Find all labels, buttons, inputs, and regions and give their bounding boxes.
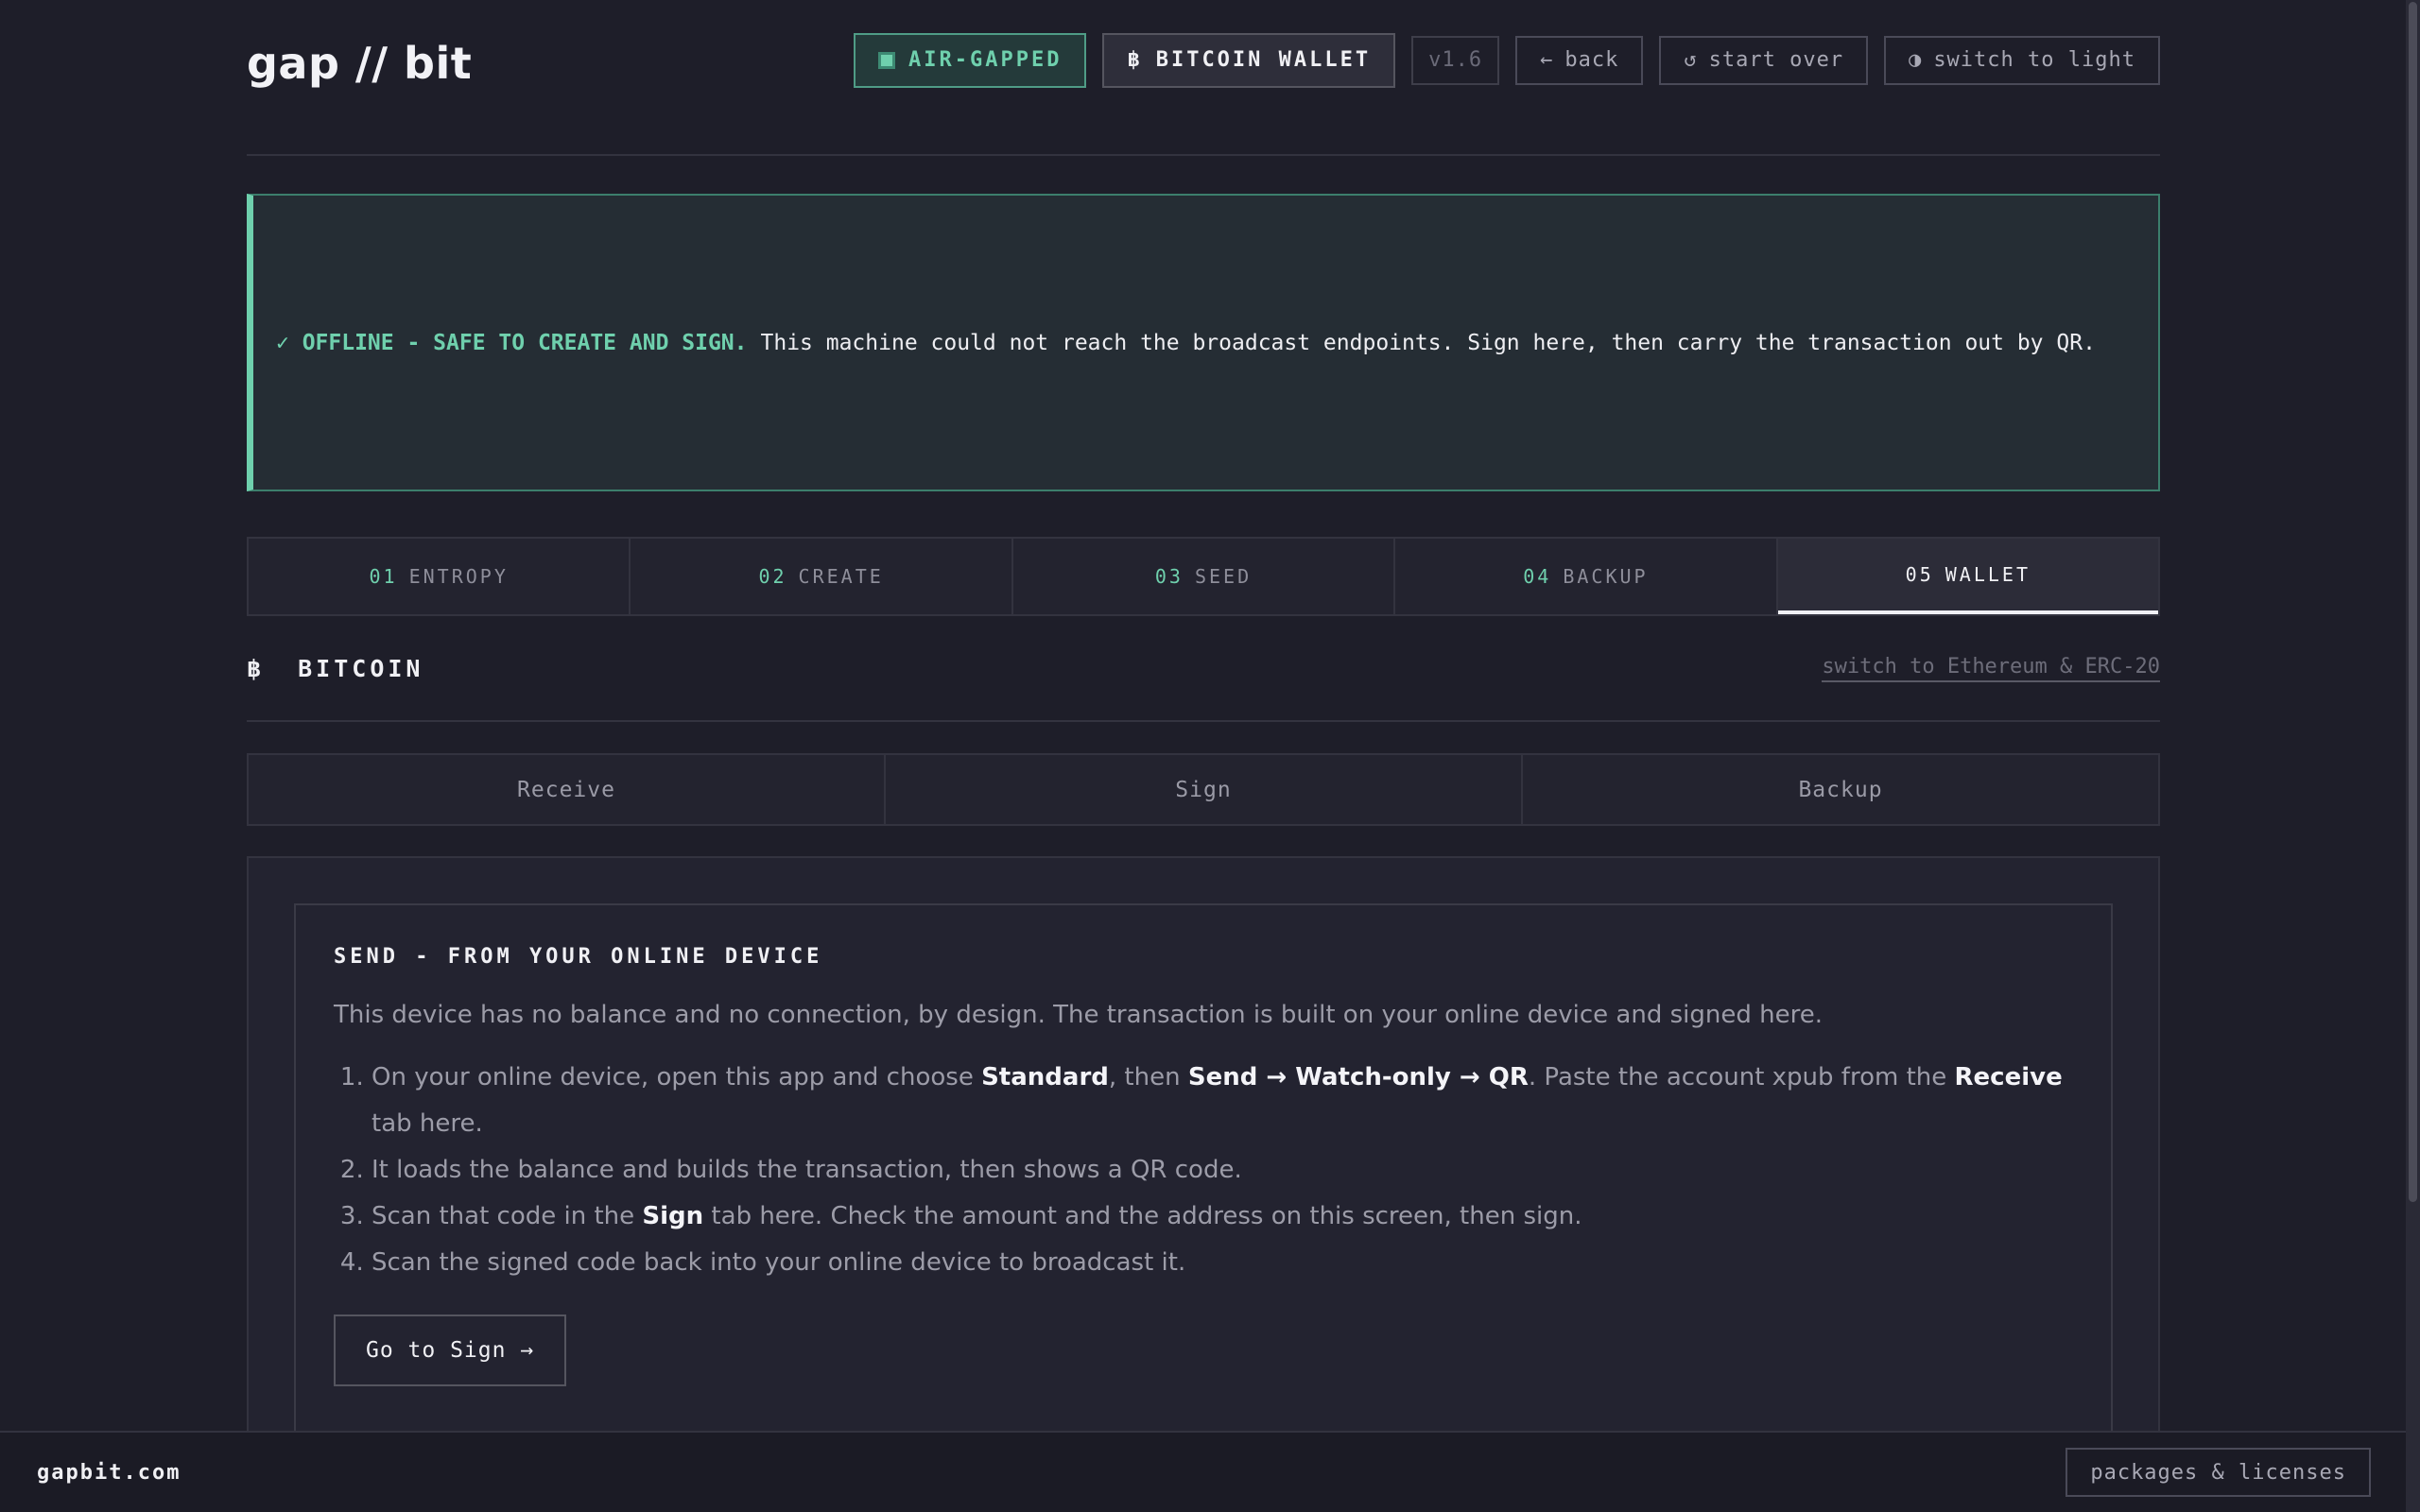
tab-receive[interactable]: Receive [249,755,886,824]
step-create[interactable]: 02 CREATE [631,539,1013,614]
start-over-label: start over [1708,48,1844,72]
theme-toggle-label: switch to light [1933,48,2135,72]
card-description: This device has no balance and no connec… [334,1001,1823,1029]
status-square-icon [878,51,895,69]
step-label: WALLET [1945,563,2031,586]
step-label: SEED [1194,565,1253,588]
section-title: ฿ BITCOIN [247,655,424,682]
step-wallet[interactable]: 05 WALLET [1777,539,2159,614]
bitcoin-icon: ฿ [1127,48,1143,72]
step-text: Scan that code in the [372,1202,643,1230]
list-item: Scan the signed code back into your onli… [372,1240,2073,1286]
go-to-sign-button[interactable]: Go to Sign → [334,1314,567,1386]
offline-status-banner: ✓ OFFLINE - SAFE TO CREATE AND SIGN. Thi… [247,194,2160,491]
tab-backup[interactable]: Backup [1523,755,2158,824]
contrast-icon: ◑ [1909,48,1923,72]
wallet-label: BITCOIN WALLET [1155,48,1372,72]
step-text: It loads the balance and builds the tran… [372,1156,1242,1184]
step-number: 05 [1905,563,1934,586]
step-number: 02 [758,565,787,588]
wallet-badge: ฿ BITCOIN WALLET [1102,32,1396,88]
offline-status-text: ✓ OFFLINE - SAFE TO CREATE AND SIGN. [276,330,748,355]
step-text: , then [1108,1063,1188,1091]
step-emphasis: Sign [642,1202,704,1230]
version-badge: v1.6 [1411,35,1500,85]
switch-network-link[interactable]: switch to Ethereum & ERC-20 [1822,655,2160,682]
instructions-list: On your online device, open this app and… [334,1055,2073,1286]
step-entropy[interactable]: 01 ENTROPY [249,539,631,614]
step-backup[interactable]: 04 BACKUP [1395,539,1778,614]
bitcoin-icon: ฿ [247,654,266,682]
step-text: Scan the signed code back into your onli… [372,1248,1186,1277]
step-number: 04 [1523,565,1552,588]
scrollbar[interactable] [2406,0,2420,1512]
step-number: 01 [369,565,398,588]
back-label: back [1564,48,1619,72]
step-text: On your online device, open this app and… [372,1063,982,1091]
step-number: 03 [1154,565,1184,588]
send-card: SEND - FROM YOUR ONLINE DEVICE This devi… [294,903,2113,1470]
wallet-tabs: Receive Sign Backup [247,753,2160,826]
header-actions: AIR-GAPPED ฿ BITCOIN WALLET v1.6 ← back … [854,32,2160,88]
wallet-panel: SEND - FROM YOUR ONLINE DEVICE This devi… [247,856,2160,1470]
section-title-text: BITCOIN [298,654,424,682]
page: gap // bit AIR-GAPPED ฿ BITCOIN WALLET v… [247,0,2160,1470]
step-text: tab here. Check the amount and the addre… [703,1202,1582,1230]
step-label: BACKUP [1563,565,1649,588]
back-button[interactable]: ← back [1515,35,1644,85]
step-text: . Paste the account xpub from the [1528,1063,1955,1091]
air-gapped-label: AIR-GAPPED [908,48,1063,72]
theme-toggle-button[interactable]: ◑ switch to light [1884,35,2160,85]
list-item: Scan that code in the Sign tab here. Che… [372,1194,2073,1240]
start-over-button[interactable]: ↺ start over [1659,35,1869,85]
step-label: CREATE [798,565,884,588]
step-text: tab here. [372,1109,483,1138]
list-item: It loads the balance and builds the tran… [372,1147,2073,1194]
tab-sign[interactable]: Sign [886,755,1523,824]
restart-icon: ↺ [1684,48,1698,72]
arrow-left-icon: ← [1540,48,1554,72]
step-seed[interactable]: 03 SEED [1013,539,1396,614]
scrollbar-thumb[interactable] [2409,2,2417,1202]
footer: gapbit.com packages & licenses [0,1431,2406,1512]
card-title: SEND - FROM YOUR ONLINE DEVICE [334,945,823,969]
list-item: On your online device, open this app and… [372,1055,2073,1147]
licenses-button[interactable]: packages & licenses [2066,1448,2371,1497]
logo[interactable]: gap // bit [247,38,472,89]
step-emphasis: Receive [1954,1063,2063,1091]
offline-status-message: This machine could not reach the broadca… [760,330,2096,355]
step-emphasis: Standard [981,1063,1109,1091]
progress-steps: 01 ENTROPY 02 CREATE 03 SEED 04 BACKUP 0… [247,537,2160,616]
step-emphasis: Send → Watch-only → QR [1187,1063,1529,1091]
section-header: ฿ BITCOIN switch to Ethereum & ERC-20 [247,616,2160,722]
step-label: ENTROPY [408,565,509,588]
footer-brand[interactable]: gapbit.com [37,1461,181,1485]
air-gapped-badge: AIR-GAPPED [854,32,1087,88]
header: gap // bit AIR-GAPPED ฿ BITCOIN WALLET v… [247,0,2160,156]
